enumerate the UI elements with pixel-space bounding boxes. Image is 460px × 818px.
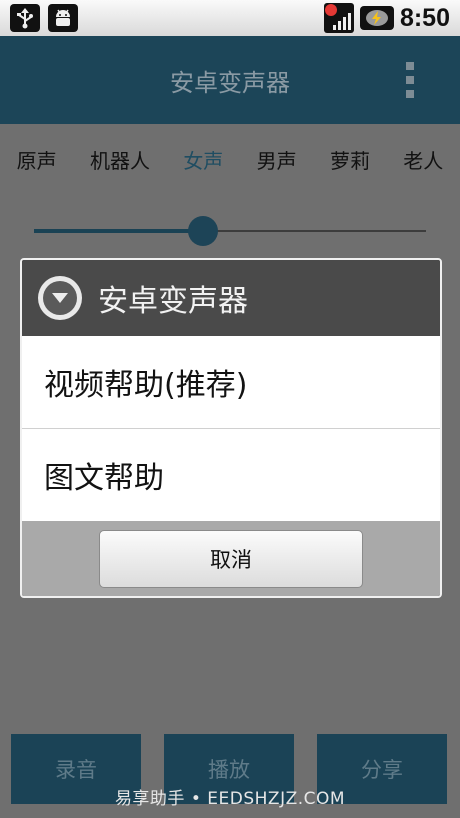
signal-icon (323, 3, 354, 33)
overflow-menu-icon[interactable] (406, 62, 414, 98)
slider-fill (34, 229, 203, 233)
tab-male[interactable]: 男声 (257, 145, 297, 174)
tab-original[interactable]: 原声 (17, 145, 57, 174)
status-bar: 8:50 (0, 0, 460, 36)
slider-thumb[interactable] (187, 216, 218, 246)
app-title: 安卓变声器 (170, 68, 290, 97)
tab-female[interactable]: 女声 (183, 145, 223, 174)
voice-tabs: 原声 机器人 女声 男声 萝莉 老人 (0, 124, 460, 194)
cancel-button[interactable]: 取消 (99, 530, 363, 588)
watermark: 易享助手 • EEDSHZJZ.COM (114, 789, 346, 809)
help-dialog: 安卓变声器 视频帮助(推荐) 图文帮助 取消 (20, 258, 442, 598)
image-text-help-item[interactable]: 图文帮助 (22, 429, 440, 521)
dialog-header: 安卓变声器 (22, 260, 440, 336)
clock-time: 8:50 (399, 3, 450, 32)
voice-slider[interactable] (34, 216, 426, 246)
dialog-list: 视频帮助(推荐) 图文帮助 (22, 336, 440, 521)
dialog-footer: 取消 (22, 521, 440, 596)
video-help-item[interactable]: 视频帮助(推荐) (22, 336, 440, 428)
usb-icon (10, 4, 40, 32)
dropdown-circle-icon (38, 276, 82, 320)
android-debug-icon (48, 4, 78, 32)
tab-loli[interactable]: 萝莉 (330, 145, 370, 174)
tab-robot[interactable]: 机器人 (90, 145, 150, 174)
battery-charging-icon (359, 6, 394, 30)
dialog-title: 安卓变声器 (98, 284, 248, 319)
action-bar: 安卓变声器 (0, 36, 460, 124)
tab-elder[interactable]: 老人 (403, 145, 443, 174)
